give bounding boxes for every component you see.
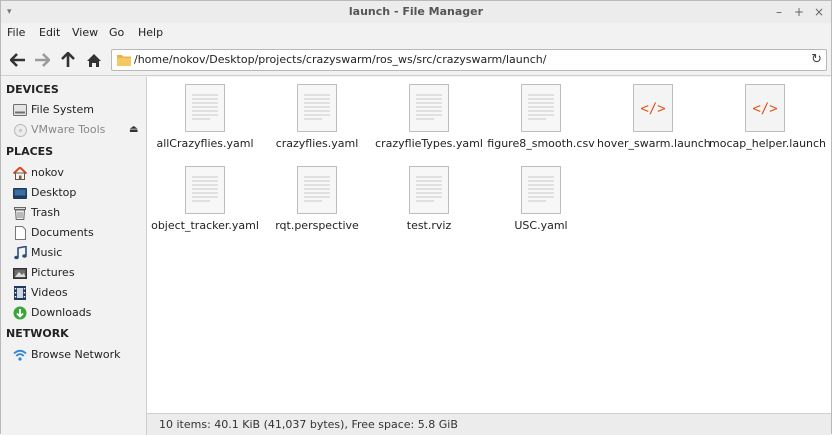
sidebar-item-vmware-tools[interactable]: VMware Tools (13, 121, 105, 139)
desktop-icon (13, 186, 27, 200)
file-name: allCrazyflies.yaml (156, 137, 254, 150)
menu-bar: File Edit View Go Help (1, 23, 831, 43)
sidebar-item-label: Trash (31, 206, 61, 219)
text-file-icon (185, 166, 225, 214)
text-file-icon (297, 166, 337, 214)
sidebar: DEVICES File System VMware Tools ⏏ PLACE… (1, 77, 147, 435)
forward-button[interactable] (31, 48, 53, 72)
text-file-icon (409, 166, 449, 214)
menu-go[interactable]: Go (109, 23, 124, 43)
sidebar-item-label: Videos (31, 286, 68, 299)
home-icon (87, 53, 101, 67)
menu-file[interactable]: File (7, 23, 25, 43)
forward-arrow-icon (35, 53, 50, 67)
file-name: mocap_helper.launch (709, 137, 827, 150)
sidebar-item-videos[interactable]: Videos (13, 284, 68, 302)
file-view[interactable]: allCrazyflies.yaml crazyflies.yaml crazy… (147, 77, 831, 413)
sidebar-item-documents[interactable]: Documents (13, 224, 94, 242)
sidebar-section-places: PLACES (6, 145, 54, 158)
toolbar: /home/nokov/Desktop/projects/crazyswarm/… (1, 45, 831, 76)
menu-edit[interactable]: Edit (39, 23, 60, 43)
disc-icon (13, 123, 27, 137)
file-item[interactable]: crazyflies.yaml (261, 83, 373, 150)
sidebar-item-label: Pictures (31, 266, 75, 279)
menu-view[interactable]: View (72, 23, 98, 43)
file-name: object_tracker.yaml (151, 219, 259, 232)
up-button[interactable] (57, 48, 79, 72)
file-item[interactable]: test.rviz (373, 165, 485, 232)
menu-help[interactable]: Help (138, 23, 163, 43)
sidebar-item-downloads[interactable]: Downloads (13, 304, 91, 322)
title-bar[interactable]: ▾ launch - File Manager – + × (1, 1, 831, 24)
sidebar-item-label: Browse Network (31, 348, 121, 361)
sidebar-item-label: nokov (31, 166, 64, 179)
music-icon (13, 246, 27, 260)
text-file-icon (185, 84, 225, 132)
videos-icon (13, 286, 27, 300)
sidebar-item-file-system[interactable]: File System (13, 101, 94, 119)
file-name: crazyflieTypes.yaml (375, 137, 483, 150)
text-file-icon (521, 166, 561, 214)
home-button[interactable] (83, 48, 105, 72)
file-item[interactable]: object_tracker.yaml (149, 165, 261, 232)
sidebar-item-desktop[interactable]: Desktop (13, 184, 76, 202)
sidebar-item-label: Desktop (31, 186, 77, 199)
reload-button[interactable]: ↻ (811, 50, 822, 70)
trash-icon (13, 206, 27, 220)
folder-icon (117, 55, 131, 66)
file-name: hover_swarm.launch (597, 137, 711, 150)
maximize-button[interactable]: + (791, 1, 807, 23)
file-item[interactable]: figure8_smooth.csv (485, 83, 597, 150)
sidebar-item-label: VMware Tools (31, 123, 106, 136)
sidebar-item-label: Documents (31, 226, 94, 239)
location-path[interactable]: /home/nokov/Desktop/projects/crazyswarm/… (134, 50, 546, 70)
code-glyph: </> (640, 101, 665, 117)
minimize-button[interactable]: – (771, 1, 787, 23)
file-name: figure8_smooth.csv (487, 137, 595, 150)
location-bar[interactable]: /home/nokov/Desktop/projects/crazyswarm/… (111, 49, 827, 71)
file-name: rqt.perspective (275, 219, 359, 232)
sidebar-item-trash[interactable]: Trash (13, 204, 60, 222)
drive-icon (13, 103, 27, 117)
up-arrow-icon (61, 52, 75, 67)
code-glyph: </> (752, 101, 777, 117)
network-icon (13, 348, 27, 362)
sidebar-item-nokov[interactable]: nokov (13, 164, 64, 182)
sidebar-item-browse-network[interactable]: Browse Network (13, 346, 120, 364)
sidebar-section-devices: DEVICES (6, 83, 59, 96)
back-arrow-icon (10, 53, 25, 67)
sidebar-item-pictures[interactable]: Pictures (13, 264, 75, 282)
window-title: launch - File Manager (348, 5, 484, 18)
text-file-icon (521, 84, 561, 132)
code-file-icon: </> (745, 84, 785, 132)
file-item[interactable]: crazyflieTypes.yaml (373, 83, 485, 150)
home-icon (13, 166, 27, 180)
sidebar-item-label: File System (31, 103, 94, 116)
sidebar-item-music[interactable]: Music (13, 244, 62, 262)
eject-icon[interactable]: ⏏ (129, 124, 138, 135)
text-file-icon (409, 84, 449, 132)
text-file-icon (297, 84, 337, 132)
code-file-icon: </> (633, 84, 673, 132)
file-name: test.rviz (406, 219, 452, 232)
sidebar-section-network: NETWORK (6, 327, 69, 340)
file-item[interactable]: </> hover_swarm.launch (597, 83, 711, 150)
back-button[interactable] (7, 48, 29, 72)
sidebar-item-label: Downloads (31, 306, 92, 319)
file-item[interactable]: allCrazyflies.yaml (149, 83, 261, 150)
downloads-icon (13, 306, 27, 320)
close-button[interactable]: × (811, 1, 827, 23)
pictures-icon (13, 266, 27, 280)
status-text: 10 items: 40.1 KiB (41,037 bytes), Free … (159, 418, 458, 431)
file-item[interactable]: USC.yaml (485, 165, 597, 232)
file-item[interactable]: rqt.perspective (261, 165, 373, 232)
file-manager-window: ▾ launch - File Manager – + × File Edit … (0, 0, 832, 435)
file-name: crazyflies.yaml (275, 137, 359, 150)
status-bar: 10 items: 40.1 KiB (41,037 bytes), Free … (147, 413, 831, 435)
file-item[interactable]: </> mocap_helper.launch (709, 83, 827, 150)
sidebar-item-label: Music (31, 246, 63, 259)
document-icon (13, 226, 27, 240)
file-name: USC.yaml (514, 219, 568, 232)
